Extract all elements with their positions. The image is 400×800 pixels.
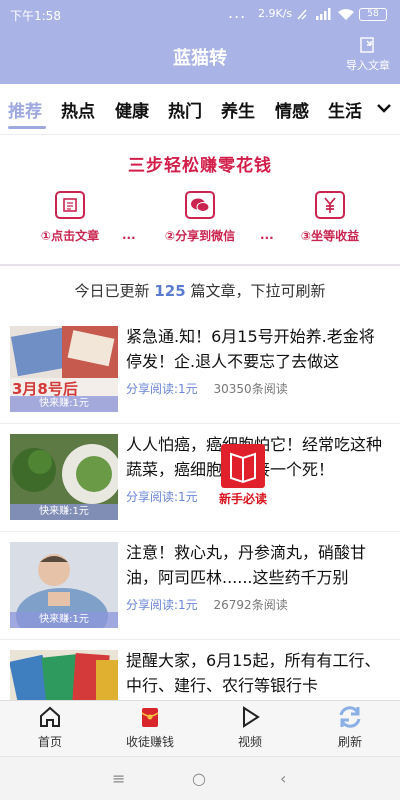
earn-badge: 快来赚:1元: [10, 612, 118, 628]
book-icon: [221, 444, 265, 488]
nav-video[interactable]: 视频: [210, 705, 290, 750]
step-label: ②分享到微信: [164, 229, 236, 243]
article-thumbnail: 快来赚:1元: [10, 434, 118, 520]
nav-label: 收徒赚钱: [125, 735, 174, 749]
tab-emotion[interactable]: 情感: [275, 97, 309, 122]
wechat-icon: [185, 191, 215, 219]
update-prefix: 今日已更新: [74, 282, 150, 300]
tab-hot[interactable]: 热点: [61, 97, 95, 122]
tab-recommend[interactable]: 推荐: [8, 97, 42, 122]
chevron-down-icon[interactable]: [374, 98, 394, 118]
article-title[interactable]: 提醒大家，6月15起，所有有工行、中行、建行、农行等银行卡: [126, 648, 390, 698]
refresh-icon: [339, 706, 361, 728]
earn-badge: 快来赚:1元: [10, 396, 118, 412]
article-meta: 分享阅读:1元 26792条阅读: [126, 596, 288, 613]
article-title[interactable]: 紧急通.知！6月15号开始养.老金将停发！企.退人不要忘了去做这: [126, 324, 390, 374]
article-item[interactable]: 快来赚:1元 人人怕癌，癌细胞怕它！经常吃这种蔬菜，癌细胞一个接一个死！ 分享阅…: [0, 424, 400, 532]
nav-refresh[interactable]: 刷新: [310, 705, 390, 750]
newbie-guide-badge[interactable]: 新手必读: [212, 444, 274, 508]
update-notice: 今日已更新 125 篇文章，下拉可刷新: [0, 280, 400, 301]
nav-label: 首页: [37, 735, 62, 749]
update-count: 125: [154, 282, 186, 300]
nav-label: 刷新: [337, 735, 362, 749]
import-icon: [360, 37, 374, 53]
read-count: 26792条阅读: [213, 598, 288, 612]
menu-icon[interactable]: ≡: [112, 769, 125, 788]
earn-badge: 快来赚:1元: [10, 504, 118, 520]
earning-guide: 三步轻松赚零花钱 ①点击文章 ··· ②分享到微信 ··· ③坐等收益: [0, 134, 400, 266]
step-separator: ···: [260, 231, 274, 245]
import-article-button[interactable]: 导入文章: [340, 36, 396, 76]
share-reward[interactable]: 分享阅读:1元: [126, 490, 198, 504]
article-title[interactable]: 注意！救心丸，丹参滴丸，硝酸甘油，阿司匹林......这些药千万别: [126, 540, 390, 590]
import-label: 导入文章: [346, 59, 390, 72]
article-thumbnail: 快来赚:1元: [10, 542, 118, 628]
category-tabs: 推荐 热点 健康 热门 养生 情感 生活: [0, 84, 400, 134]
step-label: ①点击文章: [40, 229, 100, 243]
system-navigation-bar: ≡ ○ ‹: [0, 756, 400, 800]
step-separator: ···: [122, 231, 136, 245]
bottom-navigation: 首页 收徒赚钱 视频 刷新: [0, 700, 400, 756]
status-bar: 下午1:58 ... 2.9K/s 58: [0, 0, 400, 28]
battery-icon: 58: [359, 8, 387, 21]
update-suffix: 篇文章，下拉可刷新: [190, 282, 326, 300]
notification-dots: ...: [228, 3, 247, 22]
promo-title: 三步轻松赚零花钱: [128, 156, 272, 176]
article-item[interactable]: 3月8号后 快来赚:1元 紧急通.知！6月15号开始养.老金将停发！企.退人不要…: [0, 316, 400, 424]
article-meta: 分享阅读:1元 30350条阅读: [126, 380, 288, 397]
article-thumbnail: 3月8号后 快来赚:1元: [10, 326, 118, 412]
home-icon: [40, 706, 60, 727]
newbie-label: 新手必读: [218, 492, 267, 506]
tab-popular[interactable]: 热门: [168, 97, 202, 122]
nav-label: 视频: [237, 735, 262, 749]
step-label: ③坐等收益: [300, 229, 360, 243]
status-time: 下午1:58: [10, 9, 61, 23]
play-icon: [243, 706, 260, 728]
tab-wellness[interactable]: 养生: [221, 97, 255, 122]
step-wait-earnings[interactable]: ③坐等收益: [280, 191, 380, 244]
tab-health[interactable]: 健康: [115, 97, 149, 122]
step-share-wechat[interactable]: ②分享到微信: [150, 191, 250, 244]
article-item[interactable]: 快来赚:1元 注意！救心丸，丹参滴丸，硝酸甘油，阿司匹林......这些药千万别…: [0, 532, 400, 640]
network-speed: 2.9K/s: [258, 7, 293, 20]
read-count: 30350条阅读: [213, 382, 288, 396]
tab-life[interactable]: 生活: [328, 97, 362, 122]
signal-wifi-icon: [297, 8, 354, 20]
article-meta: 分享阅读:1元: [126, 488, 210, 505]
app-header: 下午1:58 ... 2.9K/s 58 蓝猫转 导入文章: [0, 0, 400, 84]
article-icon: [55, 191, 85, 219]
step-click-article[interactable]: ①点击文章: [20, 191, 120, 244]
yen-icon: [315, 191, 345, 219]
active-tab-indicator: [8, 126, 46, 129]
home-circle-icon[interactable]: ○: [192, 769, 206, 788]
share-reward[interactable]: 分享阅读:1元: [126, 382, 198, 396]
share-reward[interactable]: 分享阅读:1元: [126, 598, 198, 612]
nav-home[interactable]: 首页: [10, 705, 90, 750]
red-envelope-icon: [141, 708, 159, 727]
nav-recruit[interactable]: 收徒赚钱: [110, 705, 190, 750]
back-icon[interactable]: ‹: [280, 769, 286, 788]
